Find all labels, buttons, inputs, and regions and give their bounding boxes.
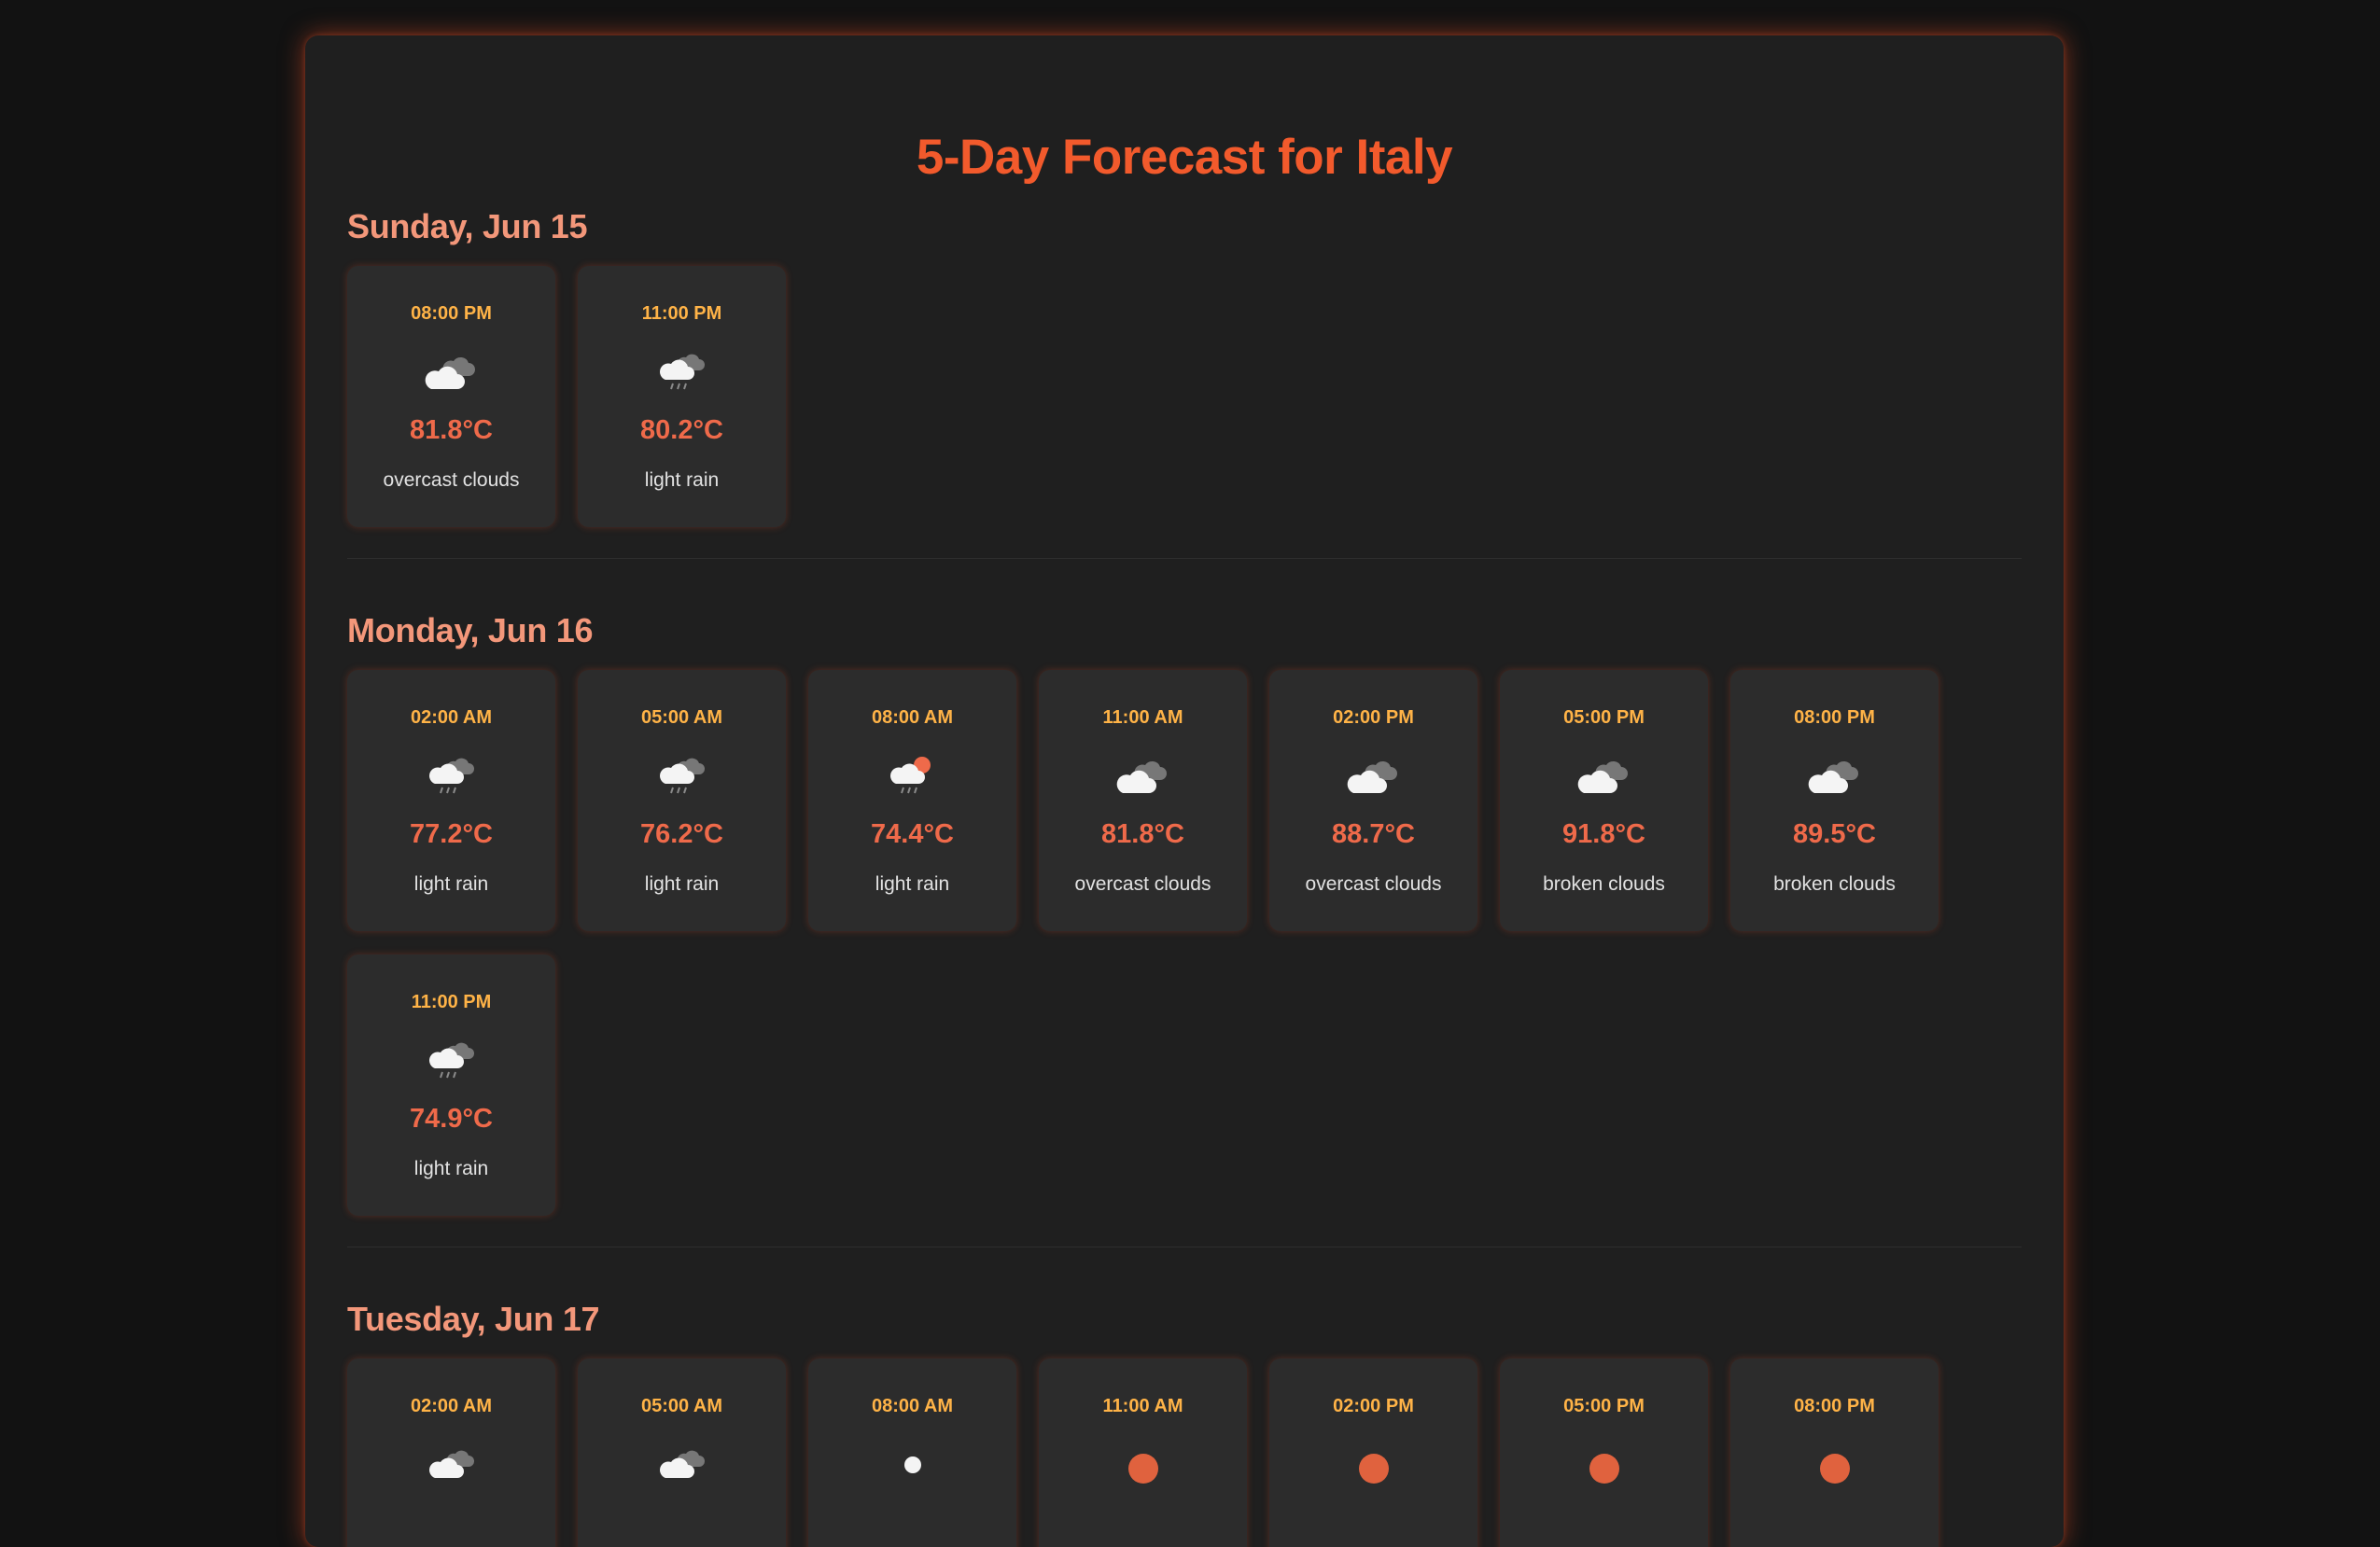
light-rain-night-icon [654, 752, 710, 799]
forecast-temp: 74.9°C [410, 1104, 493, 1134]
days-list: Sunday, Jun 15 08:00 PM 81.8°C overcast clo… [347, 202, 2022, 1547]
overcast-clouds-icon [424, 348, 480, 395]
day-section: Sunday, Jun 15 08:00 PM 81.8°C overcast clo… [347, 202, 2022, 559]
forecast-time: 08:00 PM [1794, 707, 1875, 728]
forecast-time: 02:00 PM [1333, 1396, 1414, 1416]
forecast-time: 05:00 AM [640, 1396, 723, 1416]
few-clouds-icon [885, 1441, 941, 1487]
day-divider [347, 558, 2022, 559]
forecast-card: 05:00 AM [578, 1359, 786, 1547]
forecast-temp: 81.8°C [410, 415, 493, 445]
forecast-card: 08:00 AM 74.4°C light rain [808, 670, 1016, 931]
day-section: Monday, Jun 16 02:00 AM 77.2°C light rain 05… [347, 606, 2022, 1247]
broken-clouds-icon [1576, 752, 1632, 799]
forecast-time: 08:00 PM [411, 303, 492, 324]
overcast-clouds-icon [1346, 752, 1402, 799]
sun-icon [1115, 1441, 1171, 1487]
day-title: Tuesday, Jun 17 [347, 1300, 600, 1338]
forecast-card: 05:00 PM 91.8°C broken clouds [1500, 670, 1708, 931]
day-section: Tuesday, Jun 17 02:00 AM 05:00 AM 08:00 AM 1… [347, 1294, 2022, 1547]
sun-icon [1346, 1441, 1402, 1487]
forecast-card: 11:00 AM 81.8°C overcast clouds [1039, 670, 1247, 931]
forecast-temp: 88.7°C [1332, 819, 1415, 849]
forecast-card: 08:00 PM 89.5°C broken clouds [1730, 670, 1939, 931]
forecast-temp: 81.8°C [1101, 819, 1184, 849]
forecast-card: 11:00 PM 74.9°C light rain [347, 955, 555, 1216]
forecast-card: 02:00 PM 88.7°C overcast clouds [1269, 670, 1477, 931]
forecast-description: light rain [413, 1158, 489, 1179]
forecast-time: 08:00 AM [871, 707, 954, 728]
forecast-temp: 80.2°C [640, 415, 723, 445]
forecast-time: 05:00 PM [1563, 1396, 1645, 1416]
forecast-time: 05:00 AM [640, 707, 723, 728]
sun-icon [1576, 1441, 1632, 1487]
light-rain-night-icon [654, 348, 710, 395]
forecast-description: light rain [413, 873, 489, 895]
forecast-time: 02:00 PM [1333, 707, 1414, 728]
forecast-temp: 91.8°C [1562, 819, 1645, 849]
forecast-card: 02:00 PM [1269, 1359, 1477, 1547]
forecast-card: 02:00 AM 77.2°C light rain [347, 670, 555, 931]
forecast-description: overcast clouds [383, 469, 520, 491]
broken-clouds-icon [1807, 752, 1863, 799]
page-title: 5-Day Forecast for Italy [916, 130, 1453, 185]
light-rain-night-icon [424, 752, 480, 799]
forecast-description: broken clouds [1773, 873, 1896, 895]
forecast-card: 05:00 PM [1500, 1359, 1708, 1547]
sun-icon [1807, 1441, 1863, 1487]
day-title: Monday, Jun 16 [347, 611, 594, 649]
forecast-description: light rain [875, 873, 950, 895]
forecast-time: 11:00 PM [411, 992, 492, 1012]
forecast-description: light rain [644, 469, 720, 491]
forecast-time: 11:00 PM [641, 303, 722, 324]
day-title: Sunday, Jun 15 [347, 207, 588, 245]
clouds-night-icon [654, 1441, 710, 1487]
forecast-description: light rain [644, 873, 720, 895]
overcast-clouds-icon [1115, 752, 1171, 799]
forecast-time: 08:00 PM [1794, 1396, 1875, 1416]
light-rain-day-icon [885, 752, 941, 799]
forecast-card: 08:00 PM [1730, 1359, 1939, 1547]
forecast-card: 08:00 PM 81.8°C overcast clouds [347, 266, 555, 527]
forecast-description: overcast clouds [1074, 873, 1211, 895]
forecast-time: 11:00 AM [1102, 1396, 1183, 1416]
forecast-time: 05:00 PM [1563, 707, 1645, 728]
forecast-time: 02:00 AM [410, 707, 493, 728]
forecast-panel: 5-Day Forecast for Italy Sunday, Jun 15 0… [305, 35, 2064, 1547]
forecast-time: 02:00 AM [410, 1396, 493, 1416]
forecast-temp: 77.2°C [410, 819, 493, 849]
forecast-description: overcast clouds [1305, 873, 1442, 895]
forecast-description: broken clouds [1543, 873, 1665, 895]
forecast-time: 08:00 AM [871, 1396, 954, 1416]
forecast-temp: 76.2°C [640, 819, 723, 849]
forecast-cards: 08:00 PM 81.8°C overcast clouds 11:00 PM 80.… [347, 266, 2022, 527]
forecast-card: 05:00 AM 76.2°C light rain [578, 670, 786, 931]
forecast-cards: 02:00 AM 05:00 AM 08:00 AM 11:00 AM 02:00 PM… [347, 1359, 2022, 1547]
forecast-card: 11:00 AM [1039, 1359, 1247, 1547]
forecast-card: 11:00 PM 80.2°C light rain [578, 266, 786, 527]
forecast-cards: 02:00 AM 77.2°C light rain 05:00 AM 76.2°C li… [347, 670, 2022, 1216]
forecast-temp: 74.4°C [871, 819, 954, 849]
forecast-time: 11:00 AM [1102, 707, 1183, 728]
clouds-night-icon [424, 1441, 480, 1487]
forecast-temp: 89.5°C [1793, 819, 1876, 849]
light-rain-night-icon [424, 1037, 480, 1083]
forecast-card: 08:00 AM [808, 1359, 1016, 1547]
forecast-card: 02:00 AM [347, 1359, 555, 1547]
